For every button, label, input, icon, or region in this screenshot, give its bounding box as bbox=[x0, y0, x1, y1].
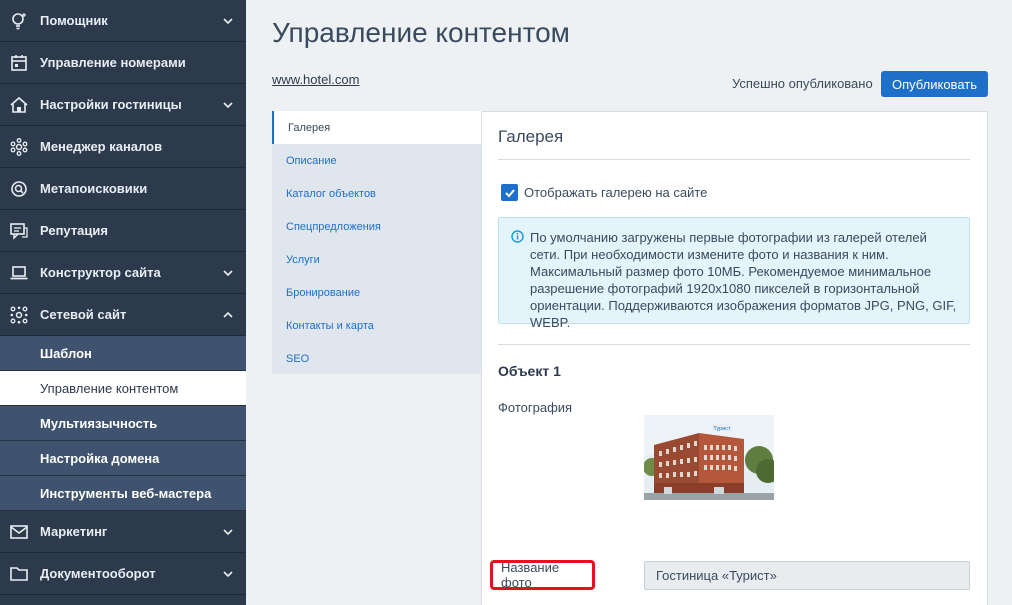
sidebar-item-label: Конструктор сайта bbox=[40, 265, 161, 280]
laptop-icon bbox=[9, 263, 29, 283]
chevron-down-icon bbox=[223, 101, 233, 108]
sidebar-subitem-webmaster-tools[interactable]: Инструменты веб-мастера bbox=[0, 476, 246, 511]
tab-booking[interactable]: Бронирование bbox=[272, 276, 481, 309]
sidebar-item-marketing[interactable]: Маркетинг bbox=[0, 511, 246, 553]
sidebar-subitem-content-management[interactable]: Управление контентом bbox=[0, 371, 246, 406]
search-icon bbox=[9, 179, 29, 199]
photo-name-label: Название фото bbox=[490, 560, 595, 590]
chevron-up-icon bbox=[223, 311, 233, 318]
site-link[interactable]: www.hotel.com bbox=[272, 72, 359, 87]
gallery-panel: Галерея Отображать галерею на сайте По у… bbox=[481, 111, 988, 605]
sidebar-item-label: Управление номерами bbox=[40, 55, 186, 70]
sidebar-item-hotel-settings[interactable]: Настройки гостиницы bbox=[0, 84, 246, 126]
chevron-down-icon bbox=[223, 570, 233, 577]
tab-contacts-map[interactable]: Контакты и карта bbox=[272, 309, 481, 342]
sidebar-item-rooms[interactable]: Управление номерами bbox=[0, 42, 246, 84]
sidebar-subitem-domain-settings[interactable]: Настройка домена bbox=[0, 441, 246, 476]
tab-special-offers[interactable]: Спецпредложения bbox=[272, 210, 481, 243]
sidebar-item-channel-manager[interactable]: Менеджер каналов bbox=[0, 126, 246, 168]
sidebar-subitem-multilanguage[interactable]: Мультиязычность bbox=[0, 406, 246, 441]
network-icon bbox=[9, 137, 29, 157]
checkmark-icon bbox=[504, 188, 515, 197]
sidebar-item-label: Метапоисковики bbox=[40, 181, 148, 196]
sidebar-item-label: Настройки гостиницы bbox=[40, 97, 182, 112]
tab-seo[interactable]: SEO bbox=[272, 342, 481, 375]
publish-status: Успешно опубликовано bbox=[732, 76, 873, 91]
sidebar-item-label: Маркетинг bbox=[40, 524, 108, 539]
content-tabs: Галерея Описание Каталог объектов Спецпр… bbox=[272, 111, 481, 374]
sitemap-icon bbox=[9, 305, 29, 325]
tab-gallery[interactable]: Галерея bbox=[272, 111, 481, 144]
divider bbox=[498, 344, 970, 345]
tab-description[interactable]: Описание bbox=[272, 144, 481, 177]
calendar-icon bbox=[9, 53, 29, 73]
chevron-down-icon bbox=[223, 528, 233, 535]
publish-button[interactable]: Опубликовать bbox=[881, 71, 988, 97]
sidebar-item-documents[interactable]: Документооборот bbox=[0, 553, 246, 595]
sidebar-item-label: Сетевой сайт bbox=[40, 307, 127, 322]
chevron-down-icon bbox=[223, 269, 233, 276]
tab-services[interactable]: Услуги bbox=[272, 243, 481, 276]
comment-icon bbox=[9, 221, 29, 241]
sidebar-item-label: Помощник bbox=[40, 13, 108, 28]
home-icon bbox=[9, 95, 29, 115]
main-content: Управление контентом www.hotel.com Успеш… bbox=[246, 0, 1012, 605]
tab-objects-catalog[interactable]: Каталог объектов bbox=[272, 177, 481, 210]
lightbulb-icon bbox=[9, 11, 29, 31]
panel-title: Галерея bbox=[498, 127, 564, 146]
info-box: По умолчанию загружены первые фотографии… bbox=[498, 217, 970, 330]
info-text: По умолчанию загружены первые фотографии… bbox=[530, 230, 957, 330]
object-title: Объект 1 bbox=[498, 363, 561, 379]
mail-icon bbox=[9, 522, 29, 542]
sidebar-item-label: Менеджер каналов bbox=[40, 139, 163, 154]
photo-sign: Турист bbox=[713, 426, 731, 432]
sidebar-item-network-site[interactable]: Сетевой сайт bbox=[0, 294, 246, 336]
sidebar-item-label: Репутация bbox=[40, 223, 108, 238]
chevron-down-icon bbox=[223, 17, 233, 24]
divider bbox=[498, 159, 970, 160]
sidebar-item-label: Документооборот bbox=[40, 566, 156, 581]
show-gallery-checkbox[interactable] bbox=[501, 184, 518, 201]
show-gallery-label[interactable]: Отображать галерею на сайте bbox=[524, 185, 707, 200]
sidebar-item-site-builder[interactable]: Конструктор сайта bbox=[0, 252, 246, 294]
sidebar-item-reputation[interactable]: Репутация bbox=[0, 210, 246, 252]
page-title: Управление контентом bbox=[272, 17, 570, 48]
photo-name-input[interactable] bbox=[644, 561, 970, 590]
sidebar-subitem-template[interactable]: Шаблон bbox=[0, 336, 246, 371]
info-icon bbox=[511, 230, 524, 243]
sidebar: Помощник Управление номерами Настройки г… bbox=[0, 0, 246, 605]
folder-icon bbox=[9, 564, 29, 584]
hotel-photo[interactable]: Турист bbox=[644, 415, 774, 500]
sidebar-item-assistant[interactable]: Помощник bbox=[0, 0, 246, 42]
sidebar-item-metasearch[interactable]: Метапоисковики bbox=[0, 168, 246, 210]
photo-label: Фотография bbox=[498, 400, 573, 415]
